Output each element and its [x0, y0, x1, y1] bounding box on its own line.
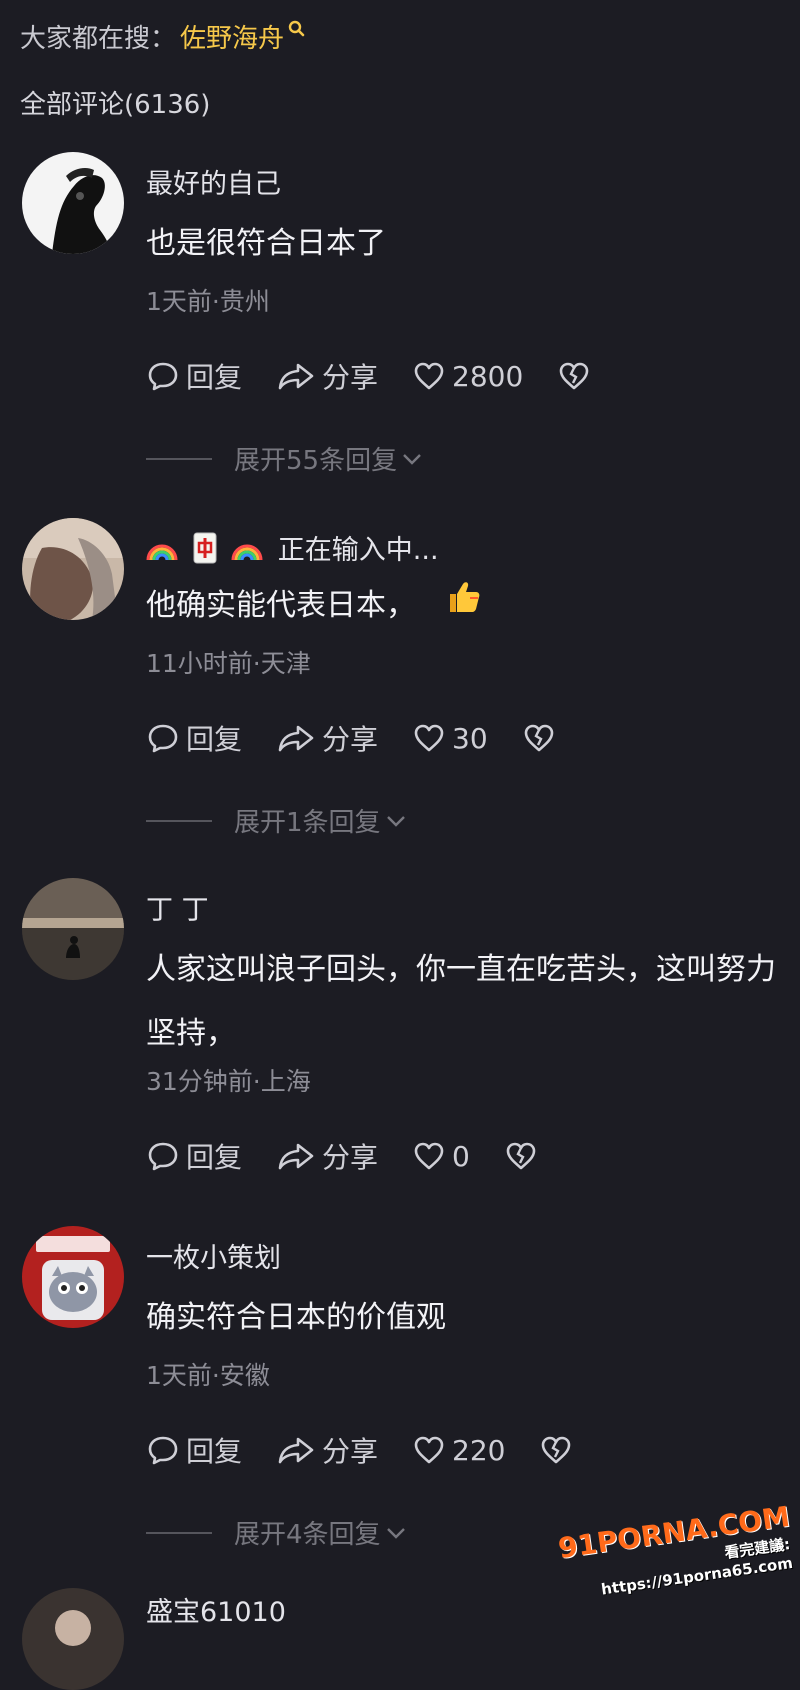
broken-heart-icon	[524, 724, 553, 752]
like-button[interactable]: 2800	[412, 359, 523, 393]
like-count: 220	[452, 1433, 506, 1467]
broken-heart-icon	[559, 362, 589, 390]
share-icon	[278, 1143, 314, 1170]
comment-count: 全部评论(6136)	[20, 90, 211, 120]
divider	[146, 1531, 212, 1534]
heart-icon	[414, 724, 444, 752]
username[interactable]: 正在输入中...	[146, 528, 439, 571]
rainbow-icon	[146, 534, 178, 569]
mahjong-tile-icon	[193, 532, 217, 571]
reply-icon	[148, 724, 178, 753]
chevron-down-icon	[403, 453, 421, 465]
expand-replies-label: 展开4条回复	[234, 1520, 381, 1550]
share-label: 分享	[322, 1435, 379, 1468]
comment-actions: 回复 分享 0	[146, 1136, 578, 1176]
hot-search-bar: 大家都在搜： 佐野海舟	[20, 18, 306, 55]
username[interactable]: 盛宝61010	[146, 1590, 286, 1629]
avatar[interactable]	[22, 152, 124, 254]
chevron-down-icon	[386, 1527, 405, 1539]
like-button[interactable]: 220	[412, 1433, 505, 1467]
reply-label: 回复	[186, 361, 243, 394]
dislike-button[interactable]	[522, 721, 562, 755]
heart-icon	[414, 1142, 444, 1170]
like-button[interactable]: 0	[412, 1139, 470, 1173]
heart-icon	[414, 1436, 444, 1464]
expand-replies[interactable]: 展开55条回复	[146, 440, 423, 477]
expand-replies-label: 展开1条回复	[234, 808, 381, 838]
share-icon	[278, 1437, 314, 1464]
reply-label: 回复	[186, 1141, 243, 1174]
search-icon[interactable]	[288, 15, 306, 45]
avatar[interactable]	[22, 1588, 124, 1690]
dislike-button[interactable]	[504, 1139, 544, 1173]
share-label: 分享	[322, 723, 379, 756]
comment-text-body: 他确实能代表日本，	[146, 588, 416, 623]
dislike-button[interactable]	[557, 359, 597, 393]
rainbow-icon	[231, 534, 263, 569]
share-label: 分享	[322, 1141, 379, 1174]
dislike-button[interactable]	[539, 1433, 579, 1467]
reply-label: 回复	[186, 723, 243, 756]
like-count: 30	[452, 721, 488, 755]
like-button[interactable]: 30	[412, 721, 488, 755]
broken-heart-icon	[506, 1142, 536, 1170]
reply-icon	[148, 1142, 178, 1171]
reply-button[interactable]: 回复	[146, 718, 242, 758]
divider	[146, 457, 212, 460]
thumbs-up-icon	[444, 575, 482, 639]
reply-label: 回复	[186, 1435, 243, 1468]
username[interactable]: 丁 丁	[146, 888, 209, 927]
share-icon	[278, 363, 314, 390]
share-button[interactable]: 分享	[276, 1430, 378, 1470]
share-button[interactable]: 分享	[276, 356, 378, 396]
comment-meta: 11小时前·天津	[146, 649, 311, 678]
avatar[interactable]	[22, 518, 124, 620]
comment-meta: 31分钟前·上海	[146, 1067, 311, 1096]
avatar[interactable]	[22, 878, 124, 980]
comment-text: 也是很符合日本了	[146, 226, 386, 261]
avatar[interactable]	[22, 1226, 124, 1328]
comment-text: 确实符合日本的价值观	[146, 1300, 446, 1335]
comment-actions: 回复 分享 2800	[146, 356, 631, 396]
reply-button[interactable]: 回复	[146, 356, 242, 396]
expand-replies[interactable]: 展开4条回复	[146, 1514, 407, 1551]
share-button[interactable]: 分享	[276, 718, 378, 758]
comment-actions: 回复 分享 30	[146, 718, 596, 758]
share-label: 分享	[322, 361, 379, 394]
divider	[146, 819, 212, 822]
username[interactable]: 一枚小策划	[146, 1236, 281, 1275]
watermark: 91PORNA.COM 看完建議: https://91porna65.com	[556, 1500, 794, 1603]
reply-icon	[148, 1436, 178, 1465]
reply-icon	[148, 362, 178, 391]
chevron-down-icon	[386, 815, 405, 827]
reply-button[interactable]: 回复	[146, 1430, 242, 1470]
like-count: 2800	[452, 359, 524, 393]
reply-button[interactable]: 回复	[146, 1136, 242, 1176]
hot-search-label: 大家都在搜：	[20, 24, 177, 54]
comment-meta: 1天前·贵州	[146, 287, 270, 316]
expand-replies[interactable]: 展开1条回复	[146, 802, 407, 839]
expand-replies-label: 展开55条回复	[234, 446, 398, 476]
share-icon	[278, 725, 314, 752]
hot-search-term[interactable]: 佐野海舟	[180, 18, 284, 55]
like-count: 0	[452, 1139, 470, 1173]
username-text: 正在输入中...	[277, 535, 439, 566]
comment-actions: 回复 分享 220	[146, 1430, 613, 1470]
comment-text: 他确实能代表日本，	[146, 574, 776, 639]
comment-text: 人家这叫浪子回头，你一直在吃苦头，这叫努力坚持，	[146, 952, 776, 1051]
share-button[interactable]: 分享	[276, 1136, 378, 1176]
username[interactable]: 最好的自己	[146, 162, 281, 201]
broken-heart-icon	[542, 1436, 571, 1464]
heart-icon	[414, 362, 444, 390]
comment-meta: 1天前·安徽	[146, 1361, 270, 1390]
